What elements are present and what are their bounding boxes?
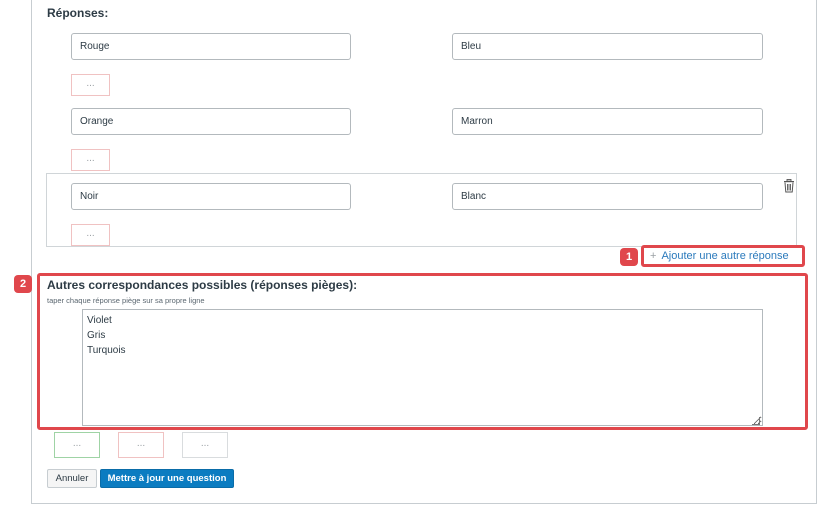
add-answer-link[interactable]: + Ajouter une autre réponse (650, 250, 789, 262)
answer-more-button-2[interactable]: ... (71, 149, 110, 171)
answer-right-input-1[interactable]: Bleu (452, 33, 763, 60)
answer-right-input-3[interactable]: Blanc (452, 183, 763, 210)
plus-icon: + (650, 250, 657, 262)
bottom-more-button-3[interactable]: ... (182, 432, 228, 458)
callout-badge-1: 1 (620, 248, 638, 266)
distractor-line: Gris (87, 330, 106, 341)
answer-more-button-3[interactable]: ... (71, 224, 110, 246)
bottom-more-button-1[interactable]: ... (54, 432, 100, 458)
answer-left-input-1[interactable]: Rouge (71, 33, 351, 60)
distractors-hint: taper chaque réponse piège sur sa propre… (47, 296, 205, 305)
bottom-more-button-2[interactable]: ... (118, 432, 164, 458)
distractors-title: Autres correspondances possibles (répons… (47, 278, 358, 292)
callout-badge-2: 2 (14, 275, 32, 293)
answer-right-input-2[interactable]: Marron (452, 108, 763, 135)
add-answer-label: Ajouter une autre réponse (661, 250, 789, 262)
cancel-button[interactable]: Annuler (47, 469, 97, 488)
answer-more-button-1[interactable]: ... (71, 74, 110, 96)
resize-handle-icon[interactable] (752, 417, 760, 425)
distractor-line: Violet (87, 315, 112, 326)
answer-left-input-2[interactable]: Orange (71, 108, 351, 135)
answers-title: Réponses: (47, 6, 109, 20)
trash-icon[interactable] (783, 179, 795, 193)
distractors-textarea[interactable]: Violet Gris Turquois (82, 309, 763, 426)
update-question-button[interactable]: Mettre à jour une question (100, 469, 234, 488)
answer-left-input-3[interactable]: Noir (71, 183, 351, 210)
distractor-line: Turquois (87, 345, 126, 356)
